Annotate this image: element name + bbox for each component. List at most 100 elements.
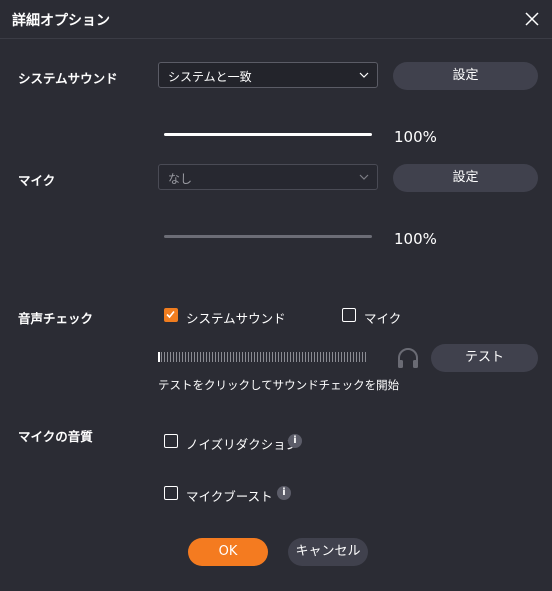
dialog-title: 詳細オプション [12,13,110,29]
mic-check-label: マイク [364,311,402,326]
meter-tick [170,352,171,362]
system-sound-device-select[interactable]: システムと一致 [158,62,378,88]
meter-tick [263,352,264,362]
meter-tick [176,352,177,362]
meter-tick [188,352,189,362]
meter-tick [200,352,201,362]
meter-tick [335,352,336,362]
meter-tick [248,352,249,362]
meter-tick [272,352,273,362]
meter-tick [278,352,279,362]
meter-tick [197,352,198,362]
system-sound-check-checkbox[interactable] [164,308,178,322]
meter-tick [311,352,312,362]
mic-boost-label: マイクブースト [186,489,273,504]
meter-tick [356,352,357,362]
meter-tick [338,352,339,362]
meter-tick [344,352,345,362]
meter-tick [347,352,348,362]
mic-settings-button[interactable]: 設定 [393,164,538,192]
meter-tick [317,352,318,362]
meter-tick [236,352,237,362]
sound-check-hint: テストをクリックしてサウンドチェックを開始 [158,378,400,392]
meter-tick [329,352,330,362]
meter-tick [281,352,282,362]
close-icon[interactable] [522,9,542,29]
meter-tick [290,352,291,362]
info-icon[interactable]: i [288,434,302,448]
meter-tick [350,352,351,362]
meter-tick [284,352,285,362]
headphones-icon [396,347,420,369]
meter-tick [293,352,294,362]
meter-tick [323,352,324,362]
meter-tick [245,352,246,362]
meter-tick [341,352,342,362]
meter-tick [158,352,160,362]
meter-tick [218,352,219,362]
meter-tick [353,352,354,362]
meter-tick [182,352,183,362]
meter-tick [302,352,303,362]
meter-tick [287,352,288,362]
meter-tick [224,352,225,362]
meter-tick [179,352,180,362]
system-sound-volume-slider[interactable] [164,133,372,136]
chevron-down-icon [359,72,369,78]
mic-check-checkbox[interactable] [342,308,356,322]
meter-tick [332,352,333,362]
meter-tick [194,352,195,362]
meter-tick [365,352,366,362]
system-sound-check-label: システムサウンド [186,311,286,326]
info-icon[interactable]: i [277,486,291,500]
mic-device-select[interactable]: なし [158,164,378,190]
meter-tick [161,352,162,362]
meter-tick [257,352,258,362]
system-sound-label: システムサウンド [18,71,118,86]
system-sound-volume-value: 100% [394,128,437,146]
meter-tick [227,352,228,362]
meter-tick [191,352,192,362]
mic-boost-checkbox[interactable] [164,486,178,500]
system-sound-settings-button[interactable]: 設定 [393,62,538,90]
meter-tick [275,352,276,362]
meter-tick [254,352,255,362]
meter-tick [164,352,165,362]
checkmark-icon [166,310,175,319]
chevron-down-icon [359,174,369,180]
meter-tick [221,352,222,362]
meter-tick [326,352,327,362]
mic-volume-value: 100% [394,230,437,248]
meter-tick [230,352,231,362]
meter-tick [308,352,309,362]
meter-tick [305,352,306,362]
meter-tick [260,352,261,362]
meter-tick [266,352,267,362]
meter-tick [212,352,213,362]
mic-device-value: なし [168,172,193,186]
meter-tick [314,352,315,362]
ok-button[interactable]: OK [188,538,268,566]
cancel-button[interactable]: キャンセル [288,538,368,566]
system-sound-device-value: システムと一致 [168,70,252,84]
noise-reduction-label: ノイズリダクション [186,437,299,452]
meter-tick [215,352,216,362]
mic-label: マイク [18,173,56,188]
meter-tick [362,352,363,362]
noise-reduction-checkbox[interactable] [164,434,178,448]
meter-tick [242,352,243,362]
meter-tick [296,352,297,362]
meter-tick [206,352,207,362]
meter-tick [209,352,210,362]
sound-level-meter [158,352,368,362]
meter-tick [233,352,234,362]
mic-quality-label: マイクの音質 [18,429,93,444]
sound-check-label: 音声チェック [18,311,94,326]
mic-volume-slider[interactable] [164,235,372,238]
meter-tick [203,352,204,362]
meter-tick [251,352,252,362]
meter-tick [269,352,270,362]
meter-tick [299,352,300,362]
meter-tick [320,352,321,362]
test-button[interactable]: テスト [431,344,538,372]
